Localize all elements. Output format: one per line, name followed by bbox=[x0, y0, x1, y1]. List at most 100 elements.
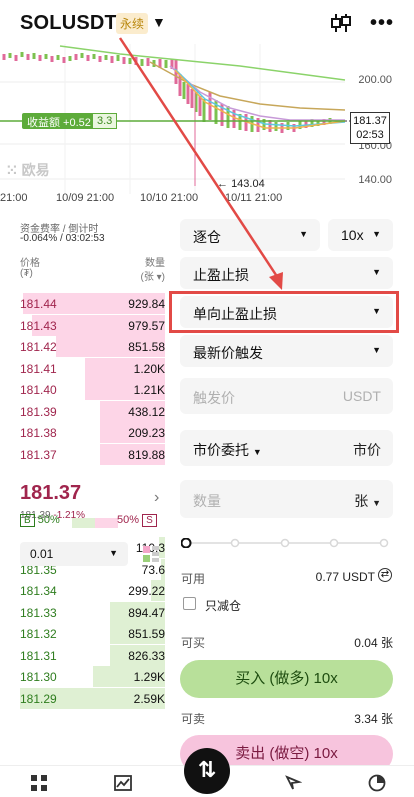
ask-row[interactable]: 181.42 851.58 bbox=[20, 336, 165, 357]
row-price: 181.43 bbox=[20, 318, 57, 333]
x-axis-label: 21:00 bbox=[0, 192, 28, 204]
row-qty: 1.20K bbox=[133, 361, 165, 376]
reduce-only-label: 只减仓 bbox=[205, 599, 242, 613]
row-qty: 851.58 bbox=[128, 340, 165, 354]
row-qty: 1.29K bbox=[133, 670, 165, 684]
pnl-badge[interactable]: 收益额 +0.52 bbox=[22, 113, 96, 129]
margin-mode-label: 逐仓 bbox=[193, 229, 221, 245]
sell-ratio: 50% S bbox=[117, 514, 157, 532]
trigger-type-label: 最新价触发 bbox=[193, 345, 263, 361]
buy-long-button[interactable]: 买入 (做多) 10x bbox=[180, 660, 393, 698]
ask-row[interactable]: 181.44 929.84 bbox=[20, 293, 165, 314]
trade-button[interactable]: ⇅ bbox=[184, 748, 230, 794]
perpetual-badge: 永续 bbox=[116, 13, 149, 34]
caret-down-icon: ▼ bbox=[372, 345, 381, 355]
assets-icon[interactable] bbox=[368, 774, 386, 792]
low-price-label: ← 143.04 bbox=[217, 178, 265, 190]
price-tag-countdown: 02:53 bbox=[356, 129, 384, 141]
bid-row[interactable]: 181.32 851.59 bbox=[20, 623, 165, 644]
ask-row[interactable]: 181.38 209.23 bbox=[20, 422, 165, 443]
candlestick-icon[interactable] bbox=[330, 12, 352, 34]
highlight-box bbox=[169, 291, 399, 333]
trigger-type-select[interactable]: 最新价触发 ▼ bbox=[180, 335, 393, 367]
tick-size-select[interactable]: 0.01 ▼ bbox=[20, 542, 128, 566]
sell-tag: S bbox=[142, 514, 157, 527]
symbol-title[interactable]: SOLUSDT bbox=[20, 12, 117, 35]
row-qty: 894.47 bbox=[128, 605, 165, 620]
caret-down-icon: ▼ bbox=[109, 548, 118, 558]
orderbook-layout-icon[interactable] bbox=[141, 544, 161, 564]
okx-watermark: ⁙ 欧易 bbox=[6, 162, 50, 178]
row-qty: 438.12 bbox=[128, 404, 165, 419]
order-type-select[interactable]: 市价委托 ▼ 市价 bbox=[180, 430, 393, 466]
row-qty: 73.6 bbox=[141, 562, 165, 577]
home-icon[interactable] bbox=[30, 774, 48, 792]
quantity-input[interactable]: 数量 张 ▼ bbox=[180, 480, 393, 518]
qty-unit-toggle[interactable]: (张 ▾) bbox=[141, 268, 165, 283]
available-label: 可用 bbox=[181, 572, 206, 586]
qty-column-header: 数量 bbox=[145, 258, 165, 269]
caret-down-icon: ▼ bbox=[372, 267, 381, 277]
row-price: 181.42 bbox=[20, 340, 57, 354]
row-price: 181.33 bbox=[20, 605, 57, 620]
reduce-only-checkbox[interactable] bbox=[183, 597, 196, 610]
x-axis-label: 10/11 21:00 bbox=[225, 192, 283, 204]
last-price: 181.37 bbox=[20, 482, 82, 504]
bid-row[interactable]: 181.30 1.29K bbox=[20, 666, 165, 687]
price-column-unit: (₮) bbox=[20, 268, 33, 279]
row-qty: 851.59 bbox=[128, 627, 165, 641]
can-sell-label: 可卖 bbox=[181, 712, 206, 726]
row-price: 181.37 bbox=[20, 447, 57, 462]
order-type-label: 市价委托 ▼ bbox=[193, 442, 262, 458]
buy-tag: B bbox=[20, 514, 35, 527]
ask-row[interactable]: 181.43 979.57 bbox=[20, 314, 165, 336]
quantity-slider[interactable] bbox=[181, 538, 389, 548]
x-axis-label: 10/09 21:00 bbox=[56, 192, 115, 204]
trigger-price-input[interactable]: 触发价 USDT bbox=[180, 378, 393, 414]
can-buy-value: 0.04 张 bbox=[354, 636, 393, 650]
bid-row[interactable]: 181.34 299.22 bbox=[20, 580, 165, 601]
price-tag-price: 181.37 bbox=[353, 115, 387, 127]
row-qty: 979.57 bbox=[128, 318, 165, 333]
chevron-right-icon[interactable]: › bbox=[154, 489, 159, 507]
symbol-dropdown-icon[interactable]: ▼ bbox=[152, 14, 166, 30]
ask-row[interactable]: 181.37 819.88 bbox=[20, 443, 165, 465]
caret-down-icon: ▼ bbox=[372, 229, 381, 239]
bid-row[interactable]: 181.31 826.33 bbox=[20, 644, 165, 666]
row-qty: 929.84 bbox=[128, 297, 165, 311]
margin-mode-select[interactable]: 逐仓 ▼ bbox=[180, 219, 320, 251]
tp-sl-label: 止盈止损 bbox=[193, 267, 249, 283]
leverage-select[interactable]: 10x ▼ bbox=[328, 219, 393, 251]
available-value: 0.77 USDT bbox=[315, 570, 375, 584]
tp-sl-select[interactable]: 止盈止损 ▼ bbox=[180, 257, 393, 289]
row-price: 181.30 bbox=[20, 670, 57, 684]
row-qty: 209.23 bbox=[128, 426, 165, 440]
ask-row[interactable]: 181.41 1.20K bbox=[20, 357, 165, 379]
can-buy-label: 可买 bbox=[181, 636, 206, 650]
price-column-header: 价格 bbox=[20, 258, 40, 269]
quantity-unit-select[interactable]: 张 ▼ bbox=[354, 491, 381, 511]
row-price: 181.38 bbox=[20, 426, 57, 440]
discover-icon[interactable] bbox=[284, 774, 302, 792]
can-sell-value: 3.34 张 bbox=[354, 712, 393, 726]
ask-row[interactable]: 181.40 1.21K bbox=[20, 379, 165, 400]
buy-ratio: B 50% bbox=[20, 514, 60, 532]
more-options-icon[interactable]: ••• bbox=[370, 12, 394, 35]
row-qty: 826.33 bbox=[128, 648, 165, 663]
row-price: 181.39 bbox=[20, 404, 57, 419]
row-price: 181.29 bbox=[20, 691, 57, 706]
row-price: 181.44 bbox=[20, 297, 57, 311]
bid-row[interactable]: 181.29 2.59K bbox=[20, 687, 165, 709]
bid-row[interactable]: 181.33 894.47 bbox=[20, 601, 165, 623]
ask-row[interactable]: 181.39 438.12 bbox=[20, 400, 165, 422]
current-price-tag: 181.37 02:53 bbox=[350, 112, 390, 144]
row-qty: 1.21K bbox=[133, 383, 165, 397]
markets-icon[interactable] bbox=[114, 774, 132, 792]
x-axis-label: 10/10 21:00 bbox=[140, 192, 199, 204]
row-price: 181.32 bbox=[20, 627, 57, 641]
tick-size-value: 0.01 bbox=[30, 547, 54, 561]
transfer-icon[interactable]: ⇄ bbox=[378, 568, 392, 582]
order-price-value: 市价 bbox=[353, 442, 381, 458]
price-chart[interactable]: 收益额 +0.52 3.3 200.00 160.00 140.00 181.3… bbox=[0, 44, 414, 204]
top-bar: SOLUSDT 永续 ▼ ••• bbox=[0, 0, 414, 44]
